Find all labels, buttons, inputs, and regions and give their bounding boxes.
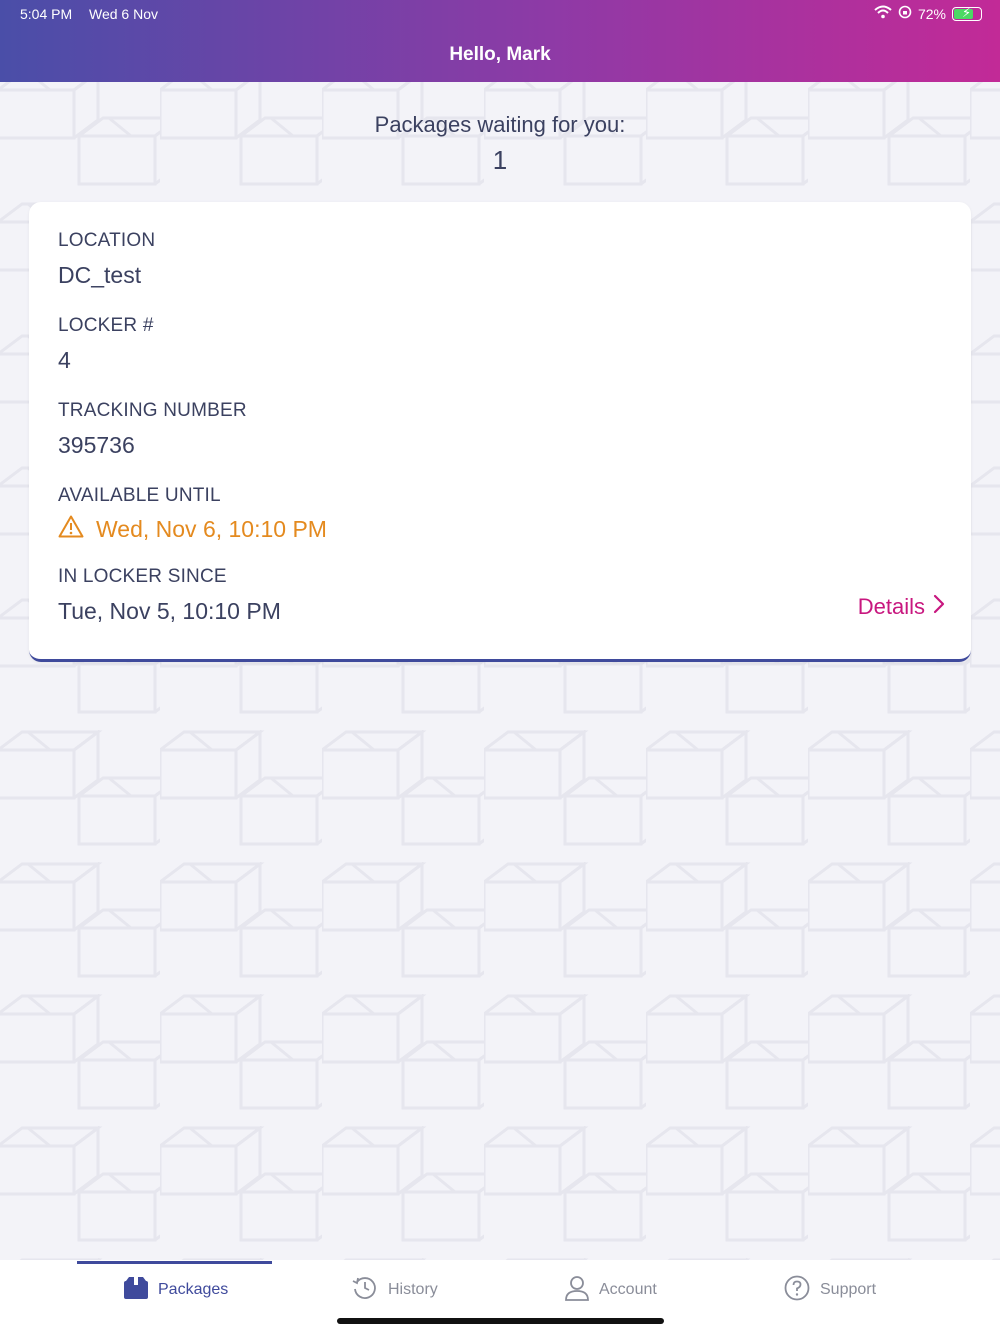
wifi-icon	[874, 5, 892, 22]
packages-waiting-count: 1	[492, 145, 508, 175]
battery-icon: ⚡	[952, 5, 982, 21]
tab-label: Packages	[158, 1281, 229, 1298]
locker-value: 4	[58, 347, 71, 373]
status-indicators: 72% ⚡	[874, 5, 982, 22]
account-icon	[565, 1275, 589, 1306]
tab-bar: Packages History Account Support	[0, 1260, 1000, 1333]
package-icon	[124, 1276, 148, 1304]
tab-packages[interactable]: Packages	[124, 1260, 228, 1320]
details-label: Details	[857, 594, 925, 619]
greeting-title: Hello, Mark	[449, 44, 551, 65]
status-date: Wed 6 Nov	[89, 6, 158, 22]
tab-support[interactable]: Support	[784, 1260, 876, 1320]
status-time: 5:04 PM	[20, 6, 73, 22]
available-until-row: Wed, Nov 6, 10:10 PM	[58, 515, 327, 544]
in-locker-since-label: IN LOCKER SINCE	[58, 566, 227, 587]
package-card[interactable]: LOCATION DC_test LOCKER # 4 TRACKING NUM…	[29, 202, 971, 662]
tab-account[interactable]: Account	[565, 1260, 657, 1320]
available-until-label: AVAILABLE UNTIL	[58, 485, 221, 506]
tracking-label: TRACKING NUMBER	[58, 400, 247, 421]
packages-waiting-label: Packages waiting for you:	[374, 112, 626, 137]
tab-history[interactable]: History	[352, 1260, 438, 1320]
details-link[interactable]: Details	[858, 594, 945, 620]
chevron-right-icon	[933, 594, 945, 620]
status-bar: 5:04 PM Wed 6 Nov 72% ⚡	[0, 0, 1000, 28]
tab-label: History	[388, 1281, 438, 1298]
locker-label: LOCKER #	[58, 315, 154, 336]
battery-percent: 72%	[917, 5, 946, 22]
available-until-value: Wed, Nov 6, 10:10 PM	[96, 516, 327, 542]
home-indicator	[337, 1318, 664, 1324]
tab-label: Account	[599, 1281, 657, 1298]
tracking-value: 395736	[58, 432, 135, 458]
in-locker-since-value: Tue, Nov 5, 10:10 PM	[58, 598, 281, 624]
tab-label: Support	[820, 1281, 877, 1298]
history-icon	[352, 1275, 378, 1306]
app-header: 5:04 PM Wed 6 Nov 72% ⚡ Hello, Mark	[0, 0, 1000, 82]
location-value: DC_test	[58, 262, 142, 288]
location-label: LOCATION	[58, 230, 156, 251]
orientation-lock-icon	[898, 5, 912, 22]
warning-icon	[58, 515, 84, 544]
help-icon	[784, 1275, 810, 1306]
